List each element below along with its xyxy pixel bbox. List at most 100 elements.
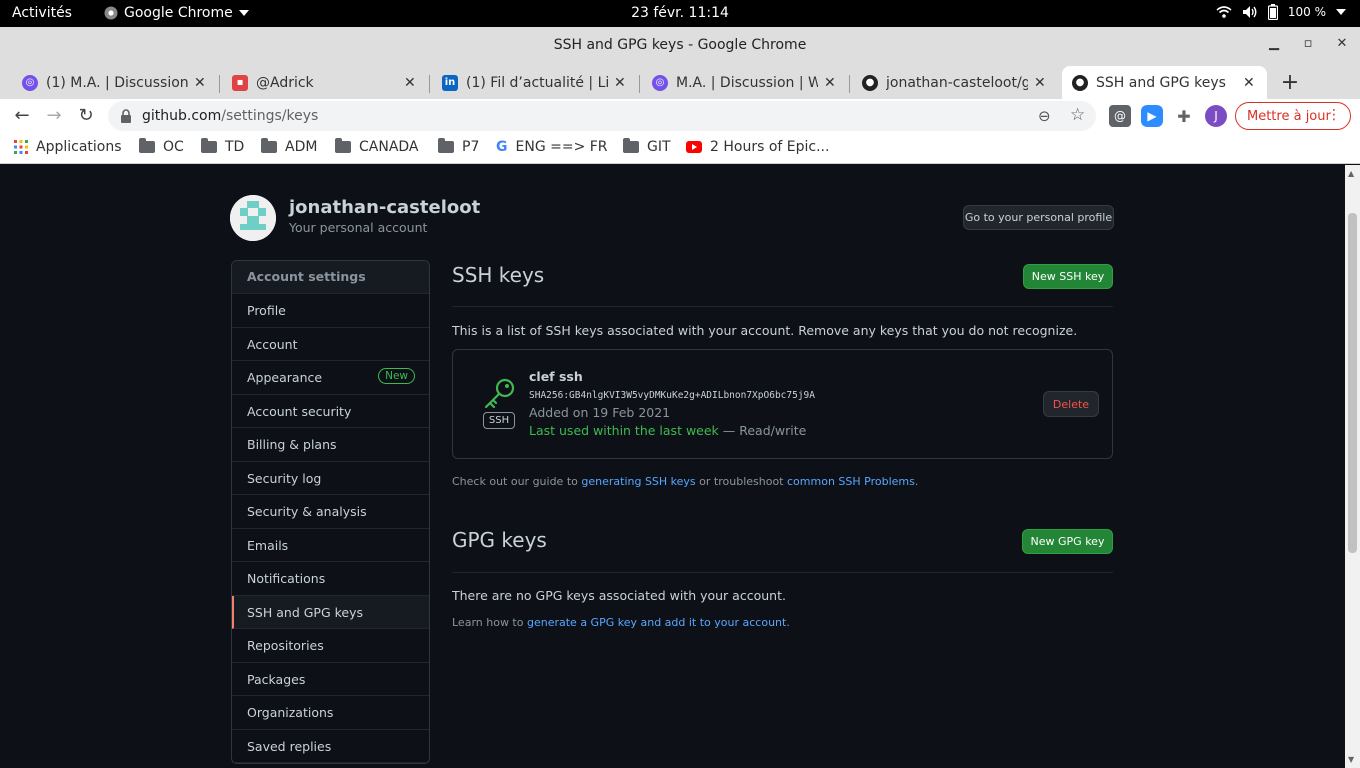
close-icon[interactable]: ✕ xyxy=(614,75,628,91)
key-title: clef ssh xyxy=(529,369,583,384)
page-scrollbar[interactable]: ▲ ▼ xyxy=(1345,165,1360,768)
divider xyxy=(452,572,1113,573)
gpg-learn-note: Learn how to generate a GPG key and add … xyxy=(452,616,790,629)
generating-ssh-keys-link[interactable]: generating SSH keys xyxy=(581,475,695,488)
extension-icon[interactable]: @ xyxy=(1109,105,1131,127)
minimize-icon[interactable]: ▁ xyxy=(1264,36,1284,51)
gpg-keys-title: GPG keys xyxy=(452,528,547,552)
folder-icon xyxy=(438,138,454,153)
folder-icon xyxy=(201,138,217,153)
battery-level: 100 % xyxy=(1287,5,1326,19)
chevron-down-icon xyxy=(1336,9,1346,15)
github-settings-page: jonathan-casteloot Your personal account… xyxy=(0,165,1345,768)
folder-icon xyxy=(261,138,277,153)
key-fingerprint: SHA256:GB4nlgKVI3W5vyDMKuKe2g+ADILbnon7X… xyxy=(529,390,815,401)
forward-icon[interactable]: → xyxy=(43,105,65,127)
tab-linkedin[interactable]: in (1) Fil d’actualité | Link ✕ xyxy=(432,66,638,99)
tab-discussion-2[interactable]: ◎ M.A. | Discussion | Wo ✕ xyxy=(642,66,848,99)
sidebar-item-security-analysis[interactable]: Security & analysis xyxy=(232,495,429,529)
new-tab-button[interactable]: + xyxy=(1280,70,1300,95)
account-subtitle: Your personal account xyxy=(289,220,428,235)
google-icon: G xyxy=(496,139,508,155)
bookmark-canada[interactable]: CANADA xyxy=(335,138,419,155)
tab-label: M.A. | Discussion | Wo xyxy=(676,74,818,91)
bookmark-git[interactable]: GIT xyxy=(623,138,671,155)
more-vert-icon: ⋮ xyxy=(1327,107,1341,123)
puzzle-icon[interactable]: ✚ xyxy=(1173,105,1195,127)
lock-icon xyxy=(121,109,131,123)
divider xyxy=(452,306,1113,307)
clock[interactable]: 23 févr. 11:14 xyxy=(631,5,729,21)
common-ssh-problems-link[interactable]: common SSH Problems xyxy=(787,475,915,488)
bookmark-eng-fr[interactable]: G ENG ==> FR xyxy=(496,139,608,155)
tab-discussion-1[interactable]: ◎ (1) M.A. | Discussion | ✕ xyxy=(12,66,218,99)
generate-gpg-key-link[interactable]: generate a GPG key and add it to your ac… xyxy=(527,616,786,629)
bookmark-adm[interactable]: ADM xyxy=(261,138,317,155)
tab-label: @Adrick xyxy=(256,74,314,91)
sidebar-item-organizations[interactable]: Organizations xyxy=(232,696,429,730)
ssh-description: This is a list of SSH keys associated wi… xyxy=(452,323,1078,338)
sidebar-item-repositories[interactable]: Repositories xyxy=(232,629,429,663)
sidebar-item-ssh-gpg-keys[interactable]: SSH and GPG keys xyxy=(232,595,429,629)
close-icon[interactable]: ✕ xyxy=(1243,75,1257,91)
github-icon: ● xyxy=(862,74,878,91)
profile-avatar[interactable]: J xyxy=(1205,105,1227,127)
delete-key-button[interactable]: Delete xyxy=(1043,391,1099,417)
address-bar[interactable]: github.com/settings/keys ⊖ ☆ xyxy=(108,101,1096,131)
close-icon[interactable]: ✕ xyxy=(1034,75,1048,91)
close-icon[interactable]: ✕ xyxy=(824,75,838,91)
close-icon[interactable]: ✕ xyxy=(404,75,418,91)
sidebar-item-account-security[interactable]: Account security xyxy=(232,395,429,428)
sidebar-item-packages[interactable]: Packages xyxy=(232,663,429,696)
new-ssh-key-button[interactable]: New SSH key xyxy=(1023,264,1113,289)
system-tray[interactable]: 100 % xyxy=(1216,4,1346,20)
folder-icon xyxy=(623,138,639,153)
scroll-down-icon[interactable]: ▼ xyxy=(1348,755,1354,764)
tab-github-repo[interactable]: ● jonathan-casteloot/gi ✕ xyxy=(852,66,1058,99)
sidebar-item-profile[interactable]: Profile xyxy=(232,294,429,328)
chevron-down-icon xyxy=(238,10,249,16)
app-menu[interactable]: Google Chrome xyxy=(104,5,249,21)
update-button[interactable]: Mettre à jour ⋮ xyxy=(1235,102,1351,130)
tab-adrick[interactable]: ▪ @Adrick ✕ xyxy=(222,66,428,99)
app-icon: ▪ xyxy=(232,74,248,91)
activities-button[interactable]: Activités xyxy=(12,5,72,21)
bookmark-oc[interactable]: OC xyxy=(139,138,184,155)
linkedin-icon: in xyxy=(442,74,458,91)
key-last-used: Last used within the last week — Read/wr… xyxy=(529,423,807,438)
sidebar-item-security-log[interactable]: Security log xyxy=(232,462,429,495)
sidebar-item-notifications[interactable]: Notifications xyxy=(232,562,429,596)
bookmark-youtube[interactable]: 2 Hours of Epic... xyxy=(686,139,829,155)
back-icon[interactable]: ← xyxy=(11,105,33,127)
scroll-up-icon[interactable]: ▲ xyxy=(1348,169,1354,178)
sidebar-item-saved-replies[interactable]: Saved replies xyxy=(232,730,429,763)
maximize-icon[interactable]: ▫ xyxy=(1298,36,1318,51)
new-badge: New xyxy=(378,368,415,384)
key-added-date: Added on 19 Feb 2021 xyxy=(529,405,671,420)
sidebar-item-account[interactable]: Account xyxy=(232,328,429,361)
tab-label: (1) M.A. | Discussion | xyxy=(46,74,188,91)
sidebar-item-appearance[interactable]: Appearance New xyxy=(232,361,429,395)
identicon-image xyxy=(230,195,276,241)
sidebar-item-billing[interactable]: Billing & plans xyxy=(232,428,429,462)
go-to-profile-button[interactable]: Go to your personal profile xyxy=(963,205,1114,230)
avatar[interactable] xyxy=(230,195,276,241)
sidebar-item-emails[interactable]: Emails xyxy=(232,529,429,562)
scrollbar-thumb[interactable] xyxy=(1348,213,1357,553)
window-title-bar: SSH and GPG keys - Google Chrome ▁ ▫ ✕ xyxy=(0,27,1360,63)
new-gpg-key-button[interactable]: New GPG key xyxy=(1022,529,1113,554)
bookmark-td[interactable]: TD xyxy=(201,138,244,155)
bookmark-star-icon[interactable]: ☆ xyxy=(1070,105,1085,125)
bookmark-p7[interactable]: P7 xyxy=(438,138,479,155)
close-icon[interactable]: ✕ xyxy=(194,75,208,91)
reload-icon[interactable]: ↻ xyxy=(75,105,97,127)
zoom-meeting-icon[interactable]: ▶ xyxy=(1141,105,1163,127)
tab-ssh-gpg-keys[interactable]: ● SSH and GPG keys ✕ xyxy=(1062,66,1267,99)
username[interactable]: jonathan-casteloot xyxy=(289,197,480,218)
folder-icon xyxy=(139,138,155,153)
zoom-icon[interactable]: ⊖ xyxy=(1038,107,1051,125)
bookmark-applications[interactable]: Applications xyxy=(14,139,122,155)
battery-icon xyxy=(1267,4,1278,20)
close-icon[interactable]: ✕ xyxy=(1332,36,1352,51)
youtube-icon xyxy=(686,141,702,153)
